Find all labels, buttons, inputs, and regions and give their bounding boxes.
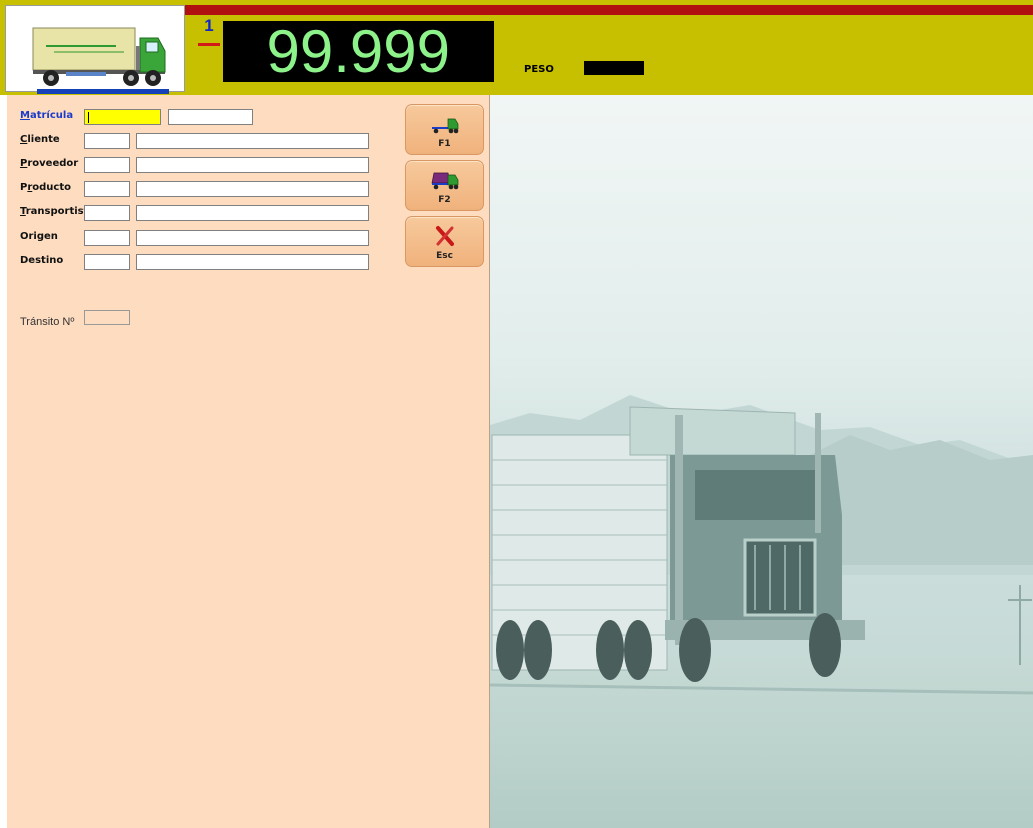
transit-number-field[interactable] [84,310,130,325]
scale-indicator [198,43,220,46]
destino-label: Destino [20,255,64,266]
form-panel: Matrícula Cliente Proveedor Producto Tra… [7,95,490,828]
proveedor-code-input[interactable] [84,157,130,173]
cliente-name-input[interactable] [136,133,369,149]
producto-label: Producto [20,182,72,193]
origen-label: Origen [20,231,58,242]
truck-highway-photo [490,95,1033,828]
f1-key-label: F1 [438,139,451,149]
destino-code-input[interactable] [84,254,130,270]
truck-logo-icon [32,27,166,86]
matricula-secondary-input[interactable] [168,109,253,125]
transportista-code-input[interactable] [84,205,130,221]
origen-code-input[interactable] [84,230,130,246]
left-margin [0,95,7,828]
f2-button[interactable]: F2 [405,160,484,211]
f2-key-label: F2 [438,195,451,205]
proveedor-name-input[interactable] [136,157,369,173]
truck-loaded-icon [431,172,459,190]
peso-label: PESO [524,64,554,75]
cliente-label: Cliente [20,134,60,145]
esc-button[interactable]: Esc [405,216,484,267]
proveedor-label: Proveedor [20,158,79,169]
esc-key-label: Esc [436,251,453,261]
peso-value [584,61,644,75]
truck-entry-icon [432,118,459,134]
matricula-label: Matrícula [20,110,74,121]
truck-logo [5,5,185,92]
cliente-code-input[interactable] [84,133,130,149]
producto-code-input[interactable] [84,181,130,197]
producto-name-input[interactable] [136,181,369,197]
scale-number: 1 [204,16,214,35]
logo-underline [37,89,169,94]
origen-name-input[interactable] [136,230,369,246]
f1-button[interactable]: F1 [405,104,484,155]
close-x-icon [436,226,454,246]
top-accent-line [185,5,1033,15]
transportista-name-input[interactable] [136,205,369,221]
matricula-input[interactable] [84,109,161,125]
weight-display: 99.999 [223,21,494,82]
transit-label: Tránsito Nº [20,316,75,328]
destino-name-input[interactable] [136,254,369,270]
